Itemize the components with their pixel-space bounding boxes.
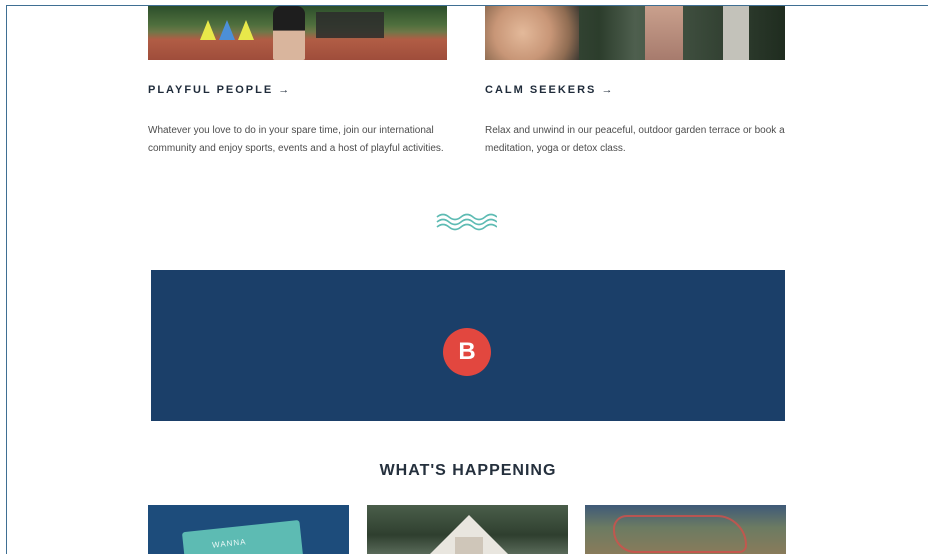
- event-card[interactable]: [367, 505, 568, 554]
- calm-seekers-description: Relax and unwind in our peaceful, outdoo…: [485, 125, 785, 154]
- page-frame: PLAYFUL PEOPLE → CALM SEEKERS → Whatever…: [6, 5, 928, 554]
- playful-people-link[interactable]: PLAYFUL PEOPLE →: [148, 84, 291, 96]
- section-title: WHAT'S HAPPENING: [379, 462, 557, 479]
- terrace-column: [645, 6, 683, 60]
- ping-pong-table: [316, 12, 384, 38]
- training-cone: [200, 20, 216, 40]
- tent-door: [455, 537, 483, 554]
- wave-icon: [436, 213, 497, 231]
- playful-people-image: [148, 6, 447, 60]
- event-card[interactable]: [585, 505, 786, 554]
- player-figure: [273, 6, 305, 60]
- annotation-badge: B: [443, 328, 491, 376]
- event-card[interactable]: WANNA: [148, 505, 349, 554]
- map-route: [613, 515, 747, 553]
- training-cone: [219, 20, 235, 40]
- calm-seekers-link[interactable]: CALM SEEKERS →: [485, 84, 614, 96]
- terrace-column: [723, 6, 749, 60]
- training-cone: [238, 20, 254, 40]
- calm-seekers-image: [485, 6, 785, 60]
- stone-ornament: [485, 6, 579, 60]
- playful-people-description: Whatever you love to do in your spare ti…: [148, 125, 444, 154]
